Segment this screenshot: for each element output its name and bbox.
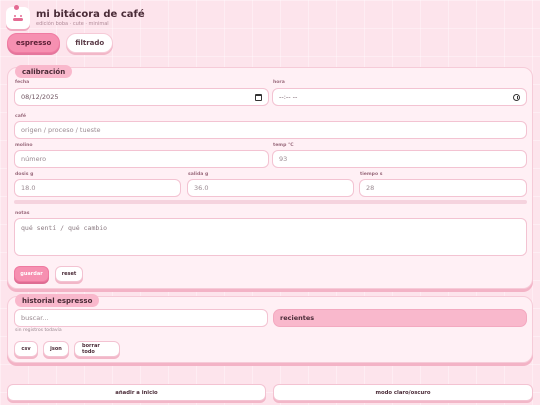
salida-input[interactable]: 36.0 [187, 179, 354, 197]
notas-label: notas [15, 211, 30, 216]
search-input[interactable]: buscar... [14, 309, 268, 327]
salida-label: salida g [188, 172, 209, 177]
app-logo-icon [6, 5, 30, 29]
hora-value: --:-- -- [279, 93, 298, 101]
temp-input[interactable]: 93 [272, 150, 527, 168]
app-header: mi bitácora de café edición boba · cute … [6, 5, 145, 31]
molino-label: molino [15, 143, 33, 148]
clear-all-button[interactable]: borrar todo [74, 341, 120, 357]
history-card: historial espresso buscar... recientes s… [7, 294, 533, 363]
calibration-card: calibración fecha 08/12/2025 hora --:-- … [7, 65, 533, 289]
hora-label: hora [273, 80, 285, 85]
app-subtitle: edición boba · cute · minimal [36, 20, 109, 27]
export-csv-button[interactable]: csv [14, 341, 38, 357]
dosis-input[interactable]: 18.0 [14, 179, 181, 197]
notas-textarea[interactable]: qué sentí / qué cambio [14, 218, 527, 256]
ratio-bar [14, 200, 527, 204]
add-to-home-button[interactable]: añadir a inicio [7, 384, 266, 401]
reset-button[interactable]: reset [55, 266, 83, 282]
tab-filtrado[interactable]: filtrado [66, 33, 114, 53]
tab-espresso[interactable]: espresso [7, 33, 61, 53]
export-json-button[interactable]: json [43, 341, 69, 357]
empty-state-text: sin registros todavía [15, 328, 62, 333]
cafe-input[interactable]: origen / proceso / tueste [14, 121, 527, 139]
method-tabs: espresso filtrado [7, 33, 114, 53]
app-title: mi bitácora de café [36, 8, 145, 20]
theme-toggle-button[interactable]: modo claro/oscuro [273, 384, 533, 401]
fecha-label: fecha [15, 80, 30, 85]
calibration-title: calibración [15, 65, 73, 78]
calendar-icon[interactable] [255, 93, 262, 101]
dosis-label: dosis g [15, 172, 34, 177]
molino-input[interactable]: número [14, 150, 269, 168]
history-title: historial espresso [15, 294, 100, 307]
temp-label: temp °C [273, 143, 294, 148]
fecha-value: 08/12/2025 [21, 93, 59, 101]
clock-icon[interactable] [513, 93, 520, 101]
tiempo-input[interactable]: 28 [359, 179, 527, 197]
fecha-input[interactable]: 08/12/2025 [14, 88, 269, 106]
hora-input[interactable]: --:-- -- [272, 88, 527, 106]
tiempo-label: tiempo s [360, 172, 383, 177]
sort-select[interactable]: recientes [273, 309, 527, 327]
cafe-label: café [15, 114, 26, 119]
save-button[interactable]: guardar [14, 266, 49, 282]
